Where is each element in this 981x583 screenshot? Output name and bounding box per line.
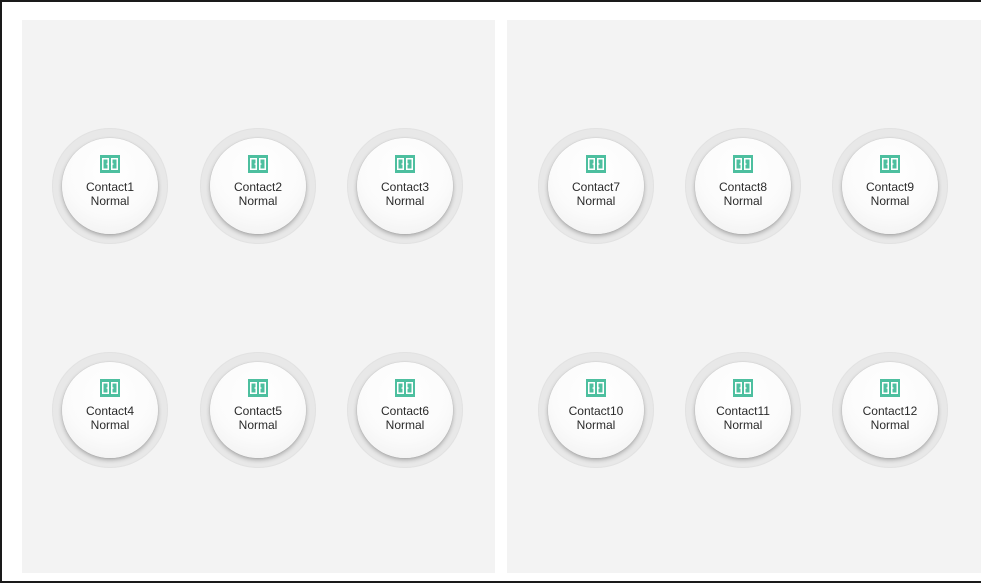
contact-status: Normal [238, 418, 278, 432]
contact-name: Contact6 [380, 404, 430, 418]
contact-status: Normal [576, 418, 616, 432]
contact-status: Normal [238, 194, 278, 208]
contact-button[interactable]: Contact3 Normal [357, 138, 453, 234]
contact-name: Contact12 [862, 404, 918, 418]
contact-button[interactable]: Contact1 Normal [62, 138, 158, 234]
contact-name: Contact5 [233, 404, 283, 418]
contact-tile: Contact9 Normal [832, 128, 948, 244]
contact-status: Normal [90, 194, 130, 208]
contact-door-icon [248, 379, 268, 397]
contact-name: Contact8 [718, 180, 768, 194]
contact-button[interactable]: Contact8 Normal [695, 138, 791, 234]
contact-name: Contact7 [571, 180, 621, 194]
contact-panel-right: Contact7 Normal Contact8 Normal Contact9 Norm… [507, 20, 981, 573]
contact-tile: Contact8 Normal [685, 128, 801, 244]
contact-status: Normal [870, 418, 910, 432]
contact-button[interactable]: Contact5 Normal [210, 362, 306, 458]
contact-button[interactable]: Contact7 Normal [548, 138, 644, 234]
contact-panel-left: Contact1 Normal Contact2 Normal Contact3 Norm… [22, 20, 495, 573]
contact-name: Contact11 [716, 404, 770, 418]
contact-door-icon [733, 379, 753, 397]
contact-tile: Contact11 Normal [685, 352, 801, 468]
contact-door-icon [395, 379, 415, 397]
contact-name: Contact4 [85, 404, 135, 418]
contact-name: Contact9 [865, 180, 915, 194]
contact-button[interactable]: Contact10 Normal [548, 362, 644, 458]
contact-button[interactable]: Contact4 Normal [62, 362, 158, 458]
contact-door-icon [395, 155, 415, 173]
contact-tile: Contact5 Normal [200, 352, 316, 468]
contact-name: Contact3 [380, 180, 430, 194]
contact-tile: Contact7 Normal [538, 128, 654, 244]
contact-door-icon [880, 155, 900, 173]
contact-door-icon [880, 379, 900, 397]
contact-status: Normal [870, 194, 910, 208]
contact-name: Contact2 [233, 180, 283, 194]
contact-door-icon [586, 155, 606, 173]
contact-status: Normal [576, 194, 616, 208]
contact-tile: Contact3 Normal [347, 128, 463, 244]
contact-name: Contact1 [85, 180, 135, 194]
contact-status: Normal [90, 418, 130, 432]
contact-door-icon [100, 379, 120, 397]
contact-tile: Contact1 Normal [52, 128, 168, 244]
contact-name: Contact10 [568, 404, 624, 418]
contact-status: Normal [723, 194, 763, 208]
window-frame: Contact1 Normal Contact2 Normal Contact3 Norm… [0, 0, 981, 583]
contact-status: Normal [385, 194, 425, 208]
contact-tile: Contact6 Normal [347, 352, 463, 468]
contact-tile: Contact10 Normal [538, 352, 654, 468]
contact-status: Normal [385, 418, 425, 432]
contact-status: Normal [723, 418, 763, 432]
contact-tile: Contact12 Normal [832, 352, 948, 468]
contact-door-icon [248, 155, 268, 173]
contact-door-icon [100, 155, 120, 173]
contact-button[interactable]: Contact9 Normal [842, 138, 938, 234]
contact-tile: Contact4 Normal [52, 352, 168, 468]
contact-door-icon [733, 155, 753, 173]
contact-door-icon [586, 379, 606, 397]
contact-tile: Contact2 Normal [200, 128, 316, 244]
contact-button[interactable]: Contact2 Normal [210, 138, 306, 234]
contact-button[interactable]: Contact6 Normal [357, 362, 453, 458]
contact-button[interactable]: Contact12 Normal [842, 362, 938, 458]
contact-button[interactable]: Contact11 Normal [695, 362, 791, 458]
